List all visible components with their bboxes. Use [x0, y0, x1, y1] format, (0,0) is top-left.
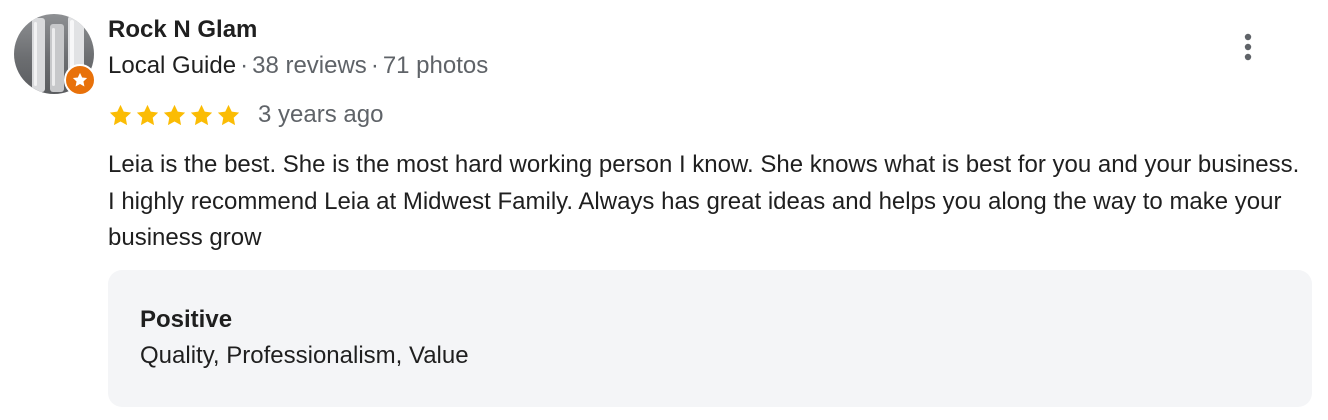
star-icon — [136, 104, 159, 125]
separator: · — [240, 52, 249, 79]
star-icon — [109, 104, 132, 125]
attribute-title: Positive — [140, 306, 233, 333]
separator: · — [370, 52, 379, 79]
star-rating — [108, 103, 243, 128]
more-vert-icon — [1244, 33, 1252, 61]
photo-count: 71 photos — [382, 52, 489, 79]
attribute-values: Quality, Professionalism, Value — [140, 342, 469, 369]
review-time: 3 years ago — [258, 101, 384, 128]
local-guide-label: Local Guide — [108, 52, 237, 79]
review-card: Rock N Glam Local Guide · 38 reviews · 71 ph… — [0, 0, 1328, 420]
star-badge-icon — [64, 64, 96, 96]
review-text: Leia is the best. She is the most hard w… — [108, 151, 1300, 251]
star-icon — [190, 104, 213, 125]
attributes-card: Positive Quality, Professionalism, Value — [108, 270, 1312, 407]
rating-row: 3 years ago — [108, 99, 383, 131]
author-name[interactable]: Rock N Glam — [108, 16, 257, 44]
author-meta: Local Guide · 38 reviews · 71 photos — [108, 52, 488, 80]
review-count: 38 reviews — [252, 52, 367, 79]
avatar[interactable] — [14, 14, 96, 96]
star-icon — [217, 104, 240, 125]
more-options-button[interactable] — [1228, 27, 1268, 67]
star-icon — [163, 104, 186, 125]
